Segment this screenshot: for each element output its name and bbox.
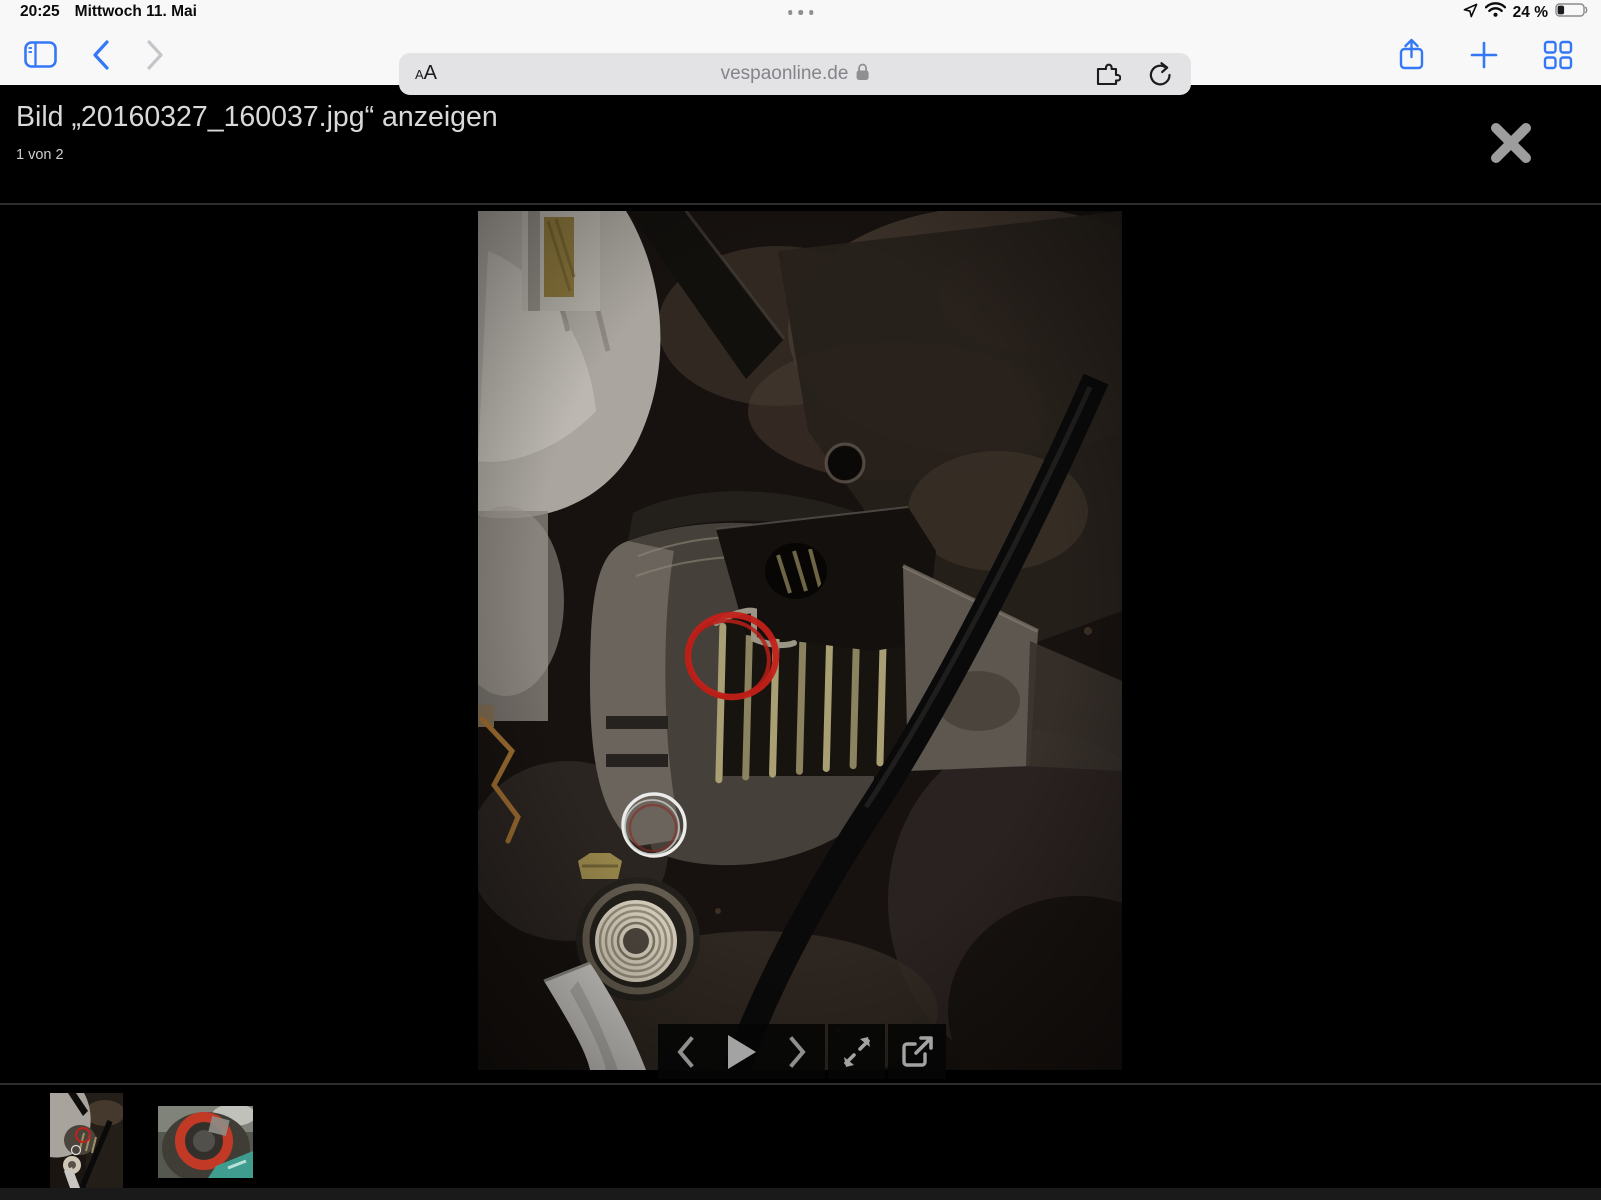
viewer-open-control: [888, 1024, 946, 1079]
play-icon[interactable]: [714, 1024, 769, 1079]
next-icon[interactable]: [770, 1024, 825, 1079]
open-external-icon[interactable]: [890, 1024, 945, 1079]
back-icon[interactable]: [91, 39, 111, 71]
wifi-icon: [1485, 2, 1506, 23]
header-divider: [0, 203, 1601, 205]
safari-toolbar: AA vespaonline.de: [0, 24, 1601, 85]
extensions-icon[interactable]: [1095, 62, 1121, 87]
battery-icon: [1555, 2, 1589, 23]
thumbnail-2-wheel[interactable]: [158, 1106, 253, 1178]
bottom-strip: [0, 1188, 1601, 1200]
lock-icon: [855, 63, 869, 86]
battery-percent: 24 %: [1513, 4, 1548, 22]
browser-chrome: 20:25 Mittwoch 11. Mai 24 %: [0, 0, 1601, 85]
close-icon[interactable]: [1486, 119, 1536, 169]
prev-icon[interactable]: [658, 1024, 713, 1079]
lightbox-image[interactable]: [478, 211, 1122, 1070]
new-tab-icon[interactable]: [1470, 41, 1498, 69]
sidebar-icon[interactable]: [24, 41, 57, 68]
safari-window: 20:25 Mittwoch 11. Mai 24 %: [0, 0, 1601, 1200]
url-text: vespaonline.de: [721, 63, 849, 85]
viewer-fullscreen-control: [828, 1024, 885, 1079]
share-icon[interactable]: [1398, 38, 1425, 71]
status-time: 20:25: [20, 3, 60, 21]
address-bar[interactable]: AA vespaonline.de: [399, 53, 1191, 95]
location-icon: [1463, 3, 1478, 23]
status-date: Mittwoch 11. Mai: [75, 3, 197, 21]
status-dots-icon[interactable]: [788, 10, 814, 15]
reload-icon[interactable]: [1148, 61, 1173, 88]
status-bar: 20:25 Mittwoch 11. Mai 24 %: [0, 0, 1601, 24]
viewer-nav-controls: [658, 1024, 825, 1079]
thumbnail-1-engine[interactable]: [50, 1093, 123, 1188]
forward-icon[interactable]: [145, 39, 165, 71]
lightbox-counter: 1 von 2: [16, 147, 64, 163]
reader-icon[interactable]: AA: [415, 53, 437, 104]
tabs-icon[interactable]: [1543, 40, 1573, 70]
lightbox-title: Bild „20160327_160037.jpg“ anzeigen: [16, 101, 498, 134]
fullscreen-icon[interactable]: [829, 1024, 884, 1079]
footer-divider: [0, 1083, 1601, 1085]
